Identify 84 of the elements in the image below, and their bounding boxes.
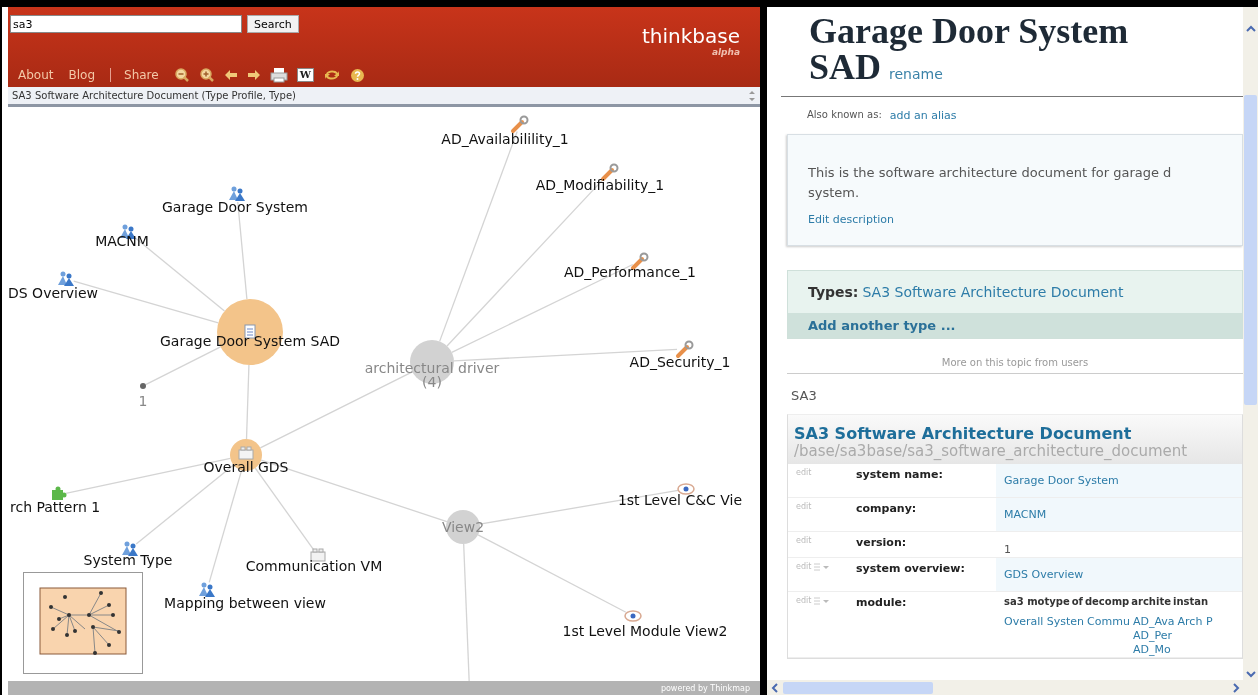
node-count: (4)	[422, 374, 442, 390]
node-label[interactable]: AD_Availabilility_1	[441, 131, 569, 147]
more-heading: More on this topic from users	[940, 357, 1090, 368]
wrench-icon[interactable]	[601, 163, 619, 181]
node-label[interactable]: DS Overview	[8, 285, 99, 301]
node-label[interactable]: Garage Door System	[162, 199, 308, 215]
print-icon[interactable]	[269, 67, 288, 83]
brand-logo: thinkbase	[642, 25, 740, 47]
nav-link[interactable]: Blog	[68, 68, 95, 82]
property-name: company:	[856, 501, 918, 517]
horizontal-scrollbar[interactable]	[767, 680, 1258, 695]
card-path: /base/sa3base/sa3_software_architecture_document	[794, 443, 1189, 460]
node-label[interactable]: 1st Level C&C Vie	[617, 492, 743, 508]
property-value-link[interactable]: GDS Overview	[1004, 568, 1084, 581]
property-value: 1	[1004, 543, 1011, 556]
block-icon	[238, 446, 254, 460]
scroll-thumb[interactable]	[1244, 95, 1257, 405]
scroll-right-icon[interactable]	[1232, 681, 1240, 694]
description-text: This is the software architecture document for garage d system.	[808, 164, 1173, 202]
arrow-left-icon[interactable]	[223, 69, 238, 81]
node-label[interactable]: Communication VM	[245, 558, 383, 574]
vertical-scrollbar[interactable]	[1243, 7, 1258, 680]
module-link[interactable]: Arch P	[1177, 615, 1213, 629]
node-label[interactable]: Mapping between view	[164, 595, 326, 611]
search-button[interactable]: Search	[247, 15, 299, 33]
alias-label: Also known as:	[807, 109, 882, 122]
column-header: of	[1071, 596, 1083, 607]
column-header: instan	[1172, 596, 1209, 607]
dot-node[interactable]	[140, 383, 146, 389]
zoom-in-icon[interactable]	[198, 67, 215, 83]
breadcrumb-text: SA3 Software Architecture Document (Type Profile, Type)	[12, 90, 296, 101]
add-alias-link[interactable]: add an alias	[889, 109, 957, 122]
scroll-down-icon[interactable]	[1244, 670, 1257, 678]
puzzle-icon[interactable]	[52, 486, 67, 500]
brand-tag: alpha	[711, 47, 740, 57]
node-label[interactable]: 1st Level Module View2	[562, 623, 728, 639]
property-name: version:	[856, 535, 908, 551]
module-link[interactable]: Commu	[1087, 615, 1130, 629]
type-link[interactable]: SA3 Software Architecture Document	[862, 284, 1124, 300]
eye-icon[interactable]	[624, 610, 642, 622]
column-header: archite	[1131, 596, 1171, 607]
module-link[interactable]: Overall Systen	[1004, 615, 1085, 629]
zoom-out-icon[interactable]	[173, 67, 190, 83]
search-field[interactable]: sa3	[10, 15, 242, 33]
node-label[interactable]: AD_Performance_1	[564, 264, 696, 280]
card-title-link[interactable]: SA3 Software Architecture Document	[794, 425, 1236, 443]
section-heading: SA3	[790, 387, 818, 405]
property-value-link[interactable]: Garage Door System	[1004, 474, 1119, 487]
arrow-right-icon[interactable]	[246, 69, 261, 81]
refresh-icon[interactable]	[322, 68, 341, 82]
wikipedia-button[interactable]: W	[296, 68, 314, 82]
add-type-link[interactable]: Add another type ...	[788, 313, 1242, 338]
scroll-left-icon[interactable]	[771, 681, 779, 694]
help-icon[interactable]	[349, 67, 365, 83]
column-header: decomp	[1084, 596, 1130, 607]
types-label: Types:	[808, 284, 859, 300]
node-label[interactable]: System Type	[83, 552, 173, 568]
nav-link[interactable]: About	[18, 68, 54, 82]
scroll-thumb[interactable]	[783, 681, 933, 694]
property-value-link[interactable]: MACNM	[1004, 508, 1047, 521]
minimap[interactable]	[23, 572, 143, 674]
share-link[interactable]: Share	[124, 68, 159, 82]
node-label[interactable]: rch Pattern 1	[10, 499, 101, 515]
module-link[interactable]: AD_Mo	[1132, 643, 1175, 657]
property-name: system overview:	[856, 561, 966, 577]
node-label[interactable]: AD_Modifiability_1	[535, 177, 665, 193]
node-label[interactable]: MACNM	[95, 233, 149, 249]
scroll-up-icon[interactable]	[1244, 25, 1257, 33]
node-label[interactable]: architectural driver	[364, 360, 500, 376]
rename-link[interactable]: rename	[889, 56, 943, 92]
node-label[interactable]: AD_Security_1	[629, 354, 731, 370]
module-link[interactable]: AD_Ava	[1132, 615, 1175, 629]
node-label[interactable]: Garage Door System SAD	[160, 333, 340, 349]
node-label[interactable]: Overall GDS	[203, 459, 289, 475]
eye-icon[interactable]	[677, 483, 695, 495]
property-name: module:	[856, 595, 908, 611]
topic-title-line: Garage Door System	[809, 13, 1129, 49]
module-link[interactable]: AD_Per	[1132, 629, 1175, 643]
footer-text: powered by Thinkmap	[660, 683, 750, 693]
column-header: sa3 motype	[1004, 596, 1070, 607]
edit-description-link[interactable]: Edit description	[808, 213, 1242, 226]
node-label[interactable]: 1	[138, 393, 148, 409]
topic-title-line: SAD	[809, 49, 882, 85]
property-name: system name:	[856, 467, 944, 483]
